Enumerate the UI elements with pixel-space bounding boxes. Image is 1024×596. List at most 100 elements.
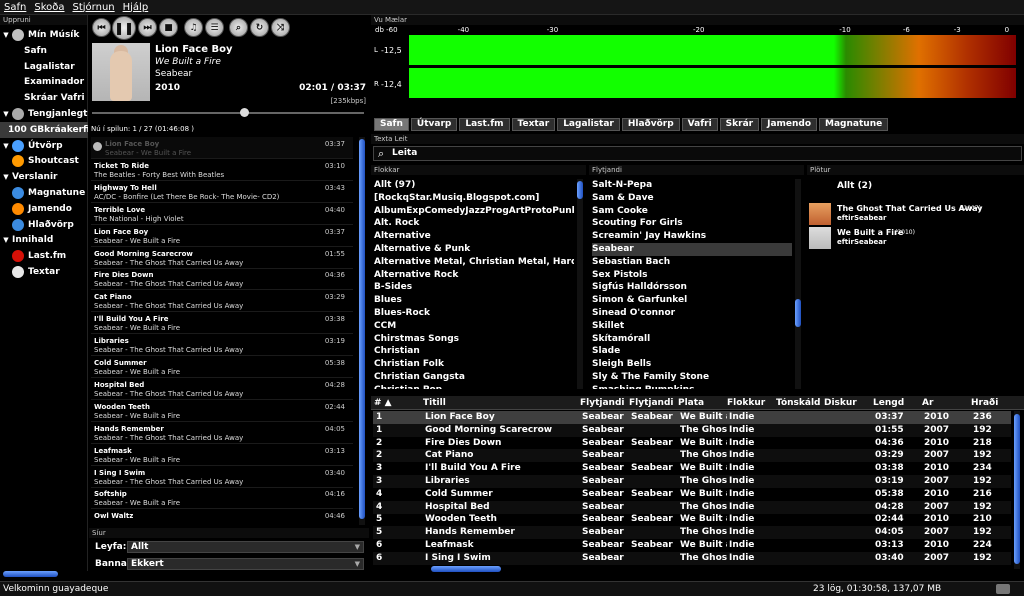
genre-item[interactable]: B-Sides (374, 281, 574, 294)
artist-item[interactable]: Sam Cooke (592, 205, 792, 218)
artist-item[interactable]: Scouting For Girls (592, 217, 792, 230)
artist-item[interactable]: Sam & Dave (592, 192, 792, 205)
column-header[interactable]: Flokkur (727, 398, 774, 408)
source-item[interactable]: ▼ Mín Músík (0, 27, 88, 43)
genre-item[interactable]: Alternative & Punk (374, 243, 574, 256)
tab-0[interactable]: Safn (374, 118, 409, 131)
deny-select[interactable]: Ekkert ▼ (127, 558, 364, 570)
playlist-item[interactable]: I Sing I Swim Seabear - The Ghost That Ca… (91, 466, 353, 488)
column-header[interactable]: Plata (678, 398, 725, 408)
column-header[interactable]: Lengd (873, 398, 920, 408)
playlist-item[interactable]: I'll Build You A Fire Seabear - We Built … (91, 312, 353, 335)
genre-item[interactable]: Alternative Rock (374, 269, 574, 282)
column-header[interactable]: Hraði (971, 398, 1016, 408)
smart-play-button[interactable]: ♫ (184, 18, 203, 37)
genre-item[interactable]: [RockqStar.Musiq.Blogspot.com] (374, 192, 574, 205)
playlist-item[interactable]: Softship Seabear - We Built a Fire 04:16 (91, 487, 353, 510)
track-row[interactable]: 4 Cold Summer Seabear Seabear We Built a Indi… (373, 488, 1011, 501)
artist-item[interactable]: Slade (592, 345, 792, 358)
search-input[interactable]: ⌕ Leita (373, 146, 1022, 161)
artist-item[interactable]: Screamin' Jay Hawkins (592, 230, 792, 243)
track-row[interactable]: 3 Libraries Seabear The Ghost Indie 03:19 2007… (373, 475, 1011, 488)
search-button[interactable]: ⌕ (229, 18, 248, 37)
column-header[interactable]: Flytjandi Pl (629, 398, 676, 408)
playlist-item[interactable]: Lion Face Boy Seabear - We Built a Fire 03… (91, 137, 353, 159)
genre-item[interactable]: Allt (97) (374, 179, 574, 192)
genre-item[interactable]: Alternative Metal, Christian Metal, Hard… (374, 256, 574, 269)
artist-item[interactable]: Sinead O'connor (592, 307, 792, 320)
genre-item[interactable]: Christian Gangsta (374, 371, 574, 384)
tab-6[interactable]: Vafri (681, 118, 718, 131)
genre-item[interactable]: Blues (374, 294, 574, 307)
tracks-hscrollbar[interactable] (431, 566, 501, 572)
track-row[interactable]: 4 Hospital Bed Seabear The Ghost Indie 04:28 2… (373, 500, 1011, 514)
playlist-item[interactable]: Hands Remember Seabear - The Ghost That C… (91, 422, 353, 444)
source-item[interactable]: 100 GBkráakerfi (0, 121, 88, 138)
allow-select[interactable]: Allt ▼ (127, 541, 364, 553)
playlist-item[interactable]: Fire Dies Down Seabear - The Ghost That C… (91, 268, 353, 291)
source-item[interactable]: ▼ Útvörp (0, 138, 88, 154)
artist-item[interactable]: Simon & Garfunkel (592, 294, 792, 307)
source-item[interactable]: Hlaðvörp (0, 217, 88, 233)
artist-item[interactable]: Skillet (592, 320, 792, 333)
genres-scrollbar[interactable] (577, 179, 583, 389)
playlist-item[interactable]: Terrible Love The National - High Violet 0… (91, 203, 353, 225)
genres-scroll-thumb[interactable] (577, 181, 583, 199)
sources-hscrollbar[interactable] (3, 571, 58, 577)
previous-button[interactable]: ⏮ (92, 18, 111, 37)
artist-item[interactable]: Sly & The Family Stone (592, 371, 792, 384)
playlist-item[interactable]: Leafmask Seabear - We Built a Fire 03:13 (91, 444, 353, 466)
tab-1[interactable]: Útvarp (410, 118, 458, 131)
artist-item[interactable]: Sleigh Bells (592, 358, 792, 371)
track-row[interactable]: 5 Hands Remember Seabear The Ghost Indie 04:0… (373, 526, 1011, 540)
genre-item[interactable]: Christian Pop (374, 384, 574, 389)
playlist-item[interactable]: Cat Piano Seabear - The Ghost That Carrie… (91, 290, 353, 313)
column-header[interactable]: Diskur (824, 398, 871, 408)
artist-item[interactable]: Skítamórall (592, 333, 792, 346)
playlist-item[interactable]: Hospital Bed Seabear - The Ghost That Car… (91, 378, 353, 400)
column-header[interactable]: Tónskáld (776, 398, 822, 408)
tab-5[interactable]: Hlaðvörp (621, 118, 680, 131)
track-row[interactable]: 1 Lion Face Boy Seabear Seabear We Built a In… (373, 411, 1011, 424)
tracks-hscroll-thumb[interactable] (431, 566, 501, 572)
playlist-item[interactable]: Cold Summer Seabear - We Built a Fire 05:3… (91, 356, 353, 378)
tab-3[interactable]: Textar (511, 118, 556, 131)
artist-item[interactable]: Sigfús Halldórsson (592, 281, 792, 294)
track-row[interactable]: 6 Leafmask Seabear Seabear We Built a Indie 03… (373, 539, 1011, 552)
genre-item[interactable]: Blues-Rock (374, 307, 574, 320)
source-item[interactable]: Last.fm (0, 248, 88, 264)
sources-hscroll-thumb[interactable] (3, 571, 58, 577)
playlist-item[interactable]: Highway To Hell AC/DC - Bonfire (Let Ther… (91, 181, 353, 203)
tab-7[interactable]: Skrár (719, 118, 760, 131)
equalizer-button[interactable]: ☰ (205, 18, 224, 37)
source-item[interactable]: Lagalistar (0, 59, 88, 75)
source-item[interactable]: Magnatune (0, 185, 88, 201)
album-item[interactable]: The Ghost That Carried Us Away (2007) efti… (809, 203, 1019, 225)
artist-item[interactable]: Sebastian Bach (592, 256, 792, 269)
source-item[interactable]: ▼ Innihald (0, 232, 88, 248)
source-item[interactable]: ▼ Tengjanlegt (0, 106, 88, 122)
repeat-button[interactable]: ↻ (250, 18, 269, 37)
playlist-item[interactable]: Lion Face Boy Seabear - We Built a Fire 03… (91, 225, 353, 247)
playlist-scrollbar[interactable] (359, 137, 365, 525)
playlist-scroll-thumb[interactable] (359, 139, 365, 519)
track-row[interactable]: 1 Good Morning Scarecrow Seabear The Ghost I… (373, 423, 1011, 437)
column-header[interactable]: Flytjandi (580, 398, 627, 408)
menu-view[interactable]: Skoða (34, 2, 64, 13)
tab-9[interactable]: Magnatune (819, 118, 889, 131)
shuffle-button[interactable]: ⤨ (271, 18, 290, 37)
track-row[interactable]: 2 Fire Dies Down Seabear Seabear We Built aI… (373, 437, 1011, 450)
playlist-item[interactable]: Ticket To Ride The Beatles - Forty Best W… (91, 159, 353, 181)
source-item[interactable]: Shoutcast (0, 153, 88, 169)
source-item[interactable]: Jamendo (0, 201, 88, 217)
track-row[interactable]: 5 Wooden Teeth Seabear Seabear We Built a Ind… (373, 513, 1011, 526)
tab-8[interactable]: Jamendo (761, 118, 818, 131)
genre-item[interactable]: Christian (374, 345, 574, 358)
source-item[interactable]: ▼ Verslanir (0, 169, 88, 185)
menu-help[interactable]: Hjálp (123, 2, 149, 13)
menu-file[interactable]: Safn (4, 2, 26, 13)
source-item[interactable]: Safn (0, 43, 88, 59)
play-pause-button[interactable]: ❚❚ (112, 16, 136, 40)
playlist-item[interactable]: Libraries Seabear - The Ghost That Carrie… (91, 334, 353, 357)
position-slider-knob[interactable] (240, 108, 250, 117)
